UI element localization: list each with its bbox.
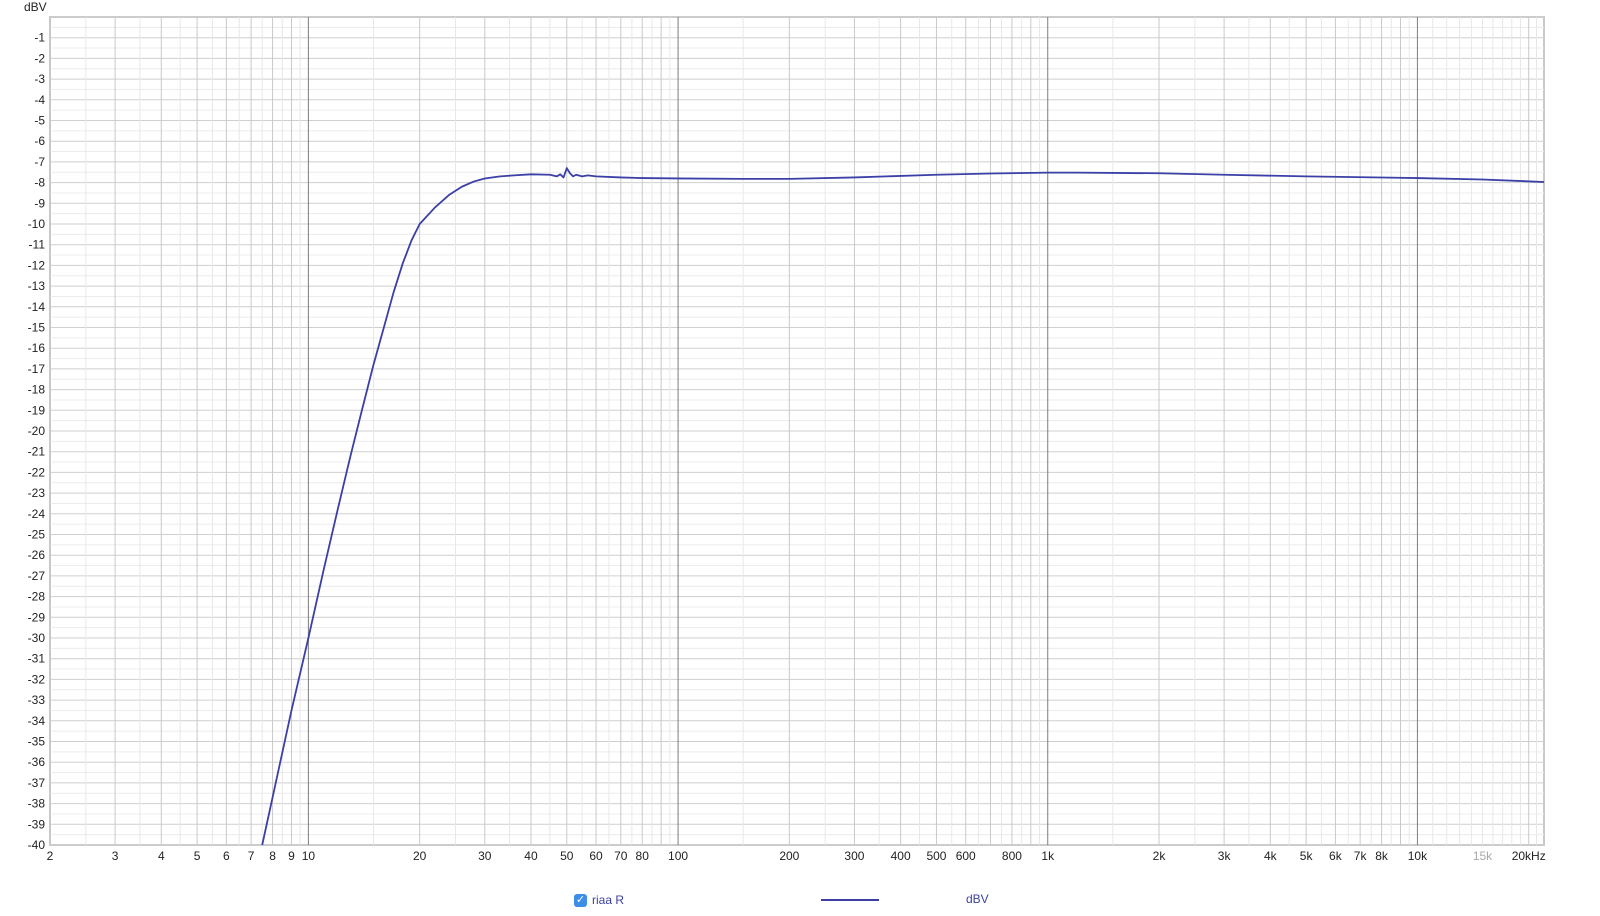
y-tick-label: -5 [34,114,45,128]
y-tick-label: -39 [28,817,46,831]
y-tick-label: -3 [34,72,45,86]
y-tick-label: -1 [34,31,45,45]
grid-lines [49,16,1544,846]
x-tick-label: 2k [1153,849,1167,863]
legend-line-swatch [821,899,879,901]
x-tick-label: 8k [1375,849,1389,863]
x-tick-label: 80 [636,849,650,863]
x-tick-label: 3k [1218,849,1232,863]
legend: ✓ riaa R dBV [574,890,989,910]
x-tick-label: 7 [248,849,255,863]
x-tick-label: 6 [223,849,230,863]
series-visibility-checkbox[interactable]: ✓ [574,893,587,907]
x-tick-label: 50 [560,849,574,863]
y-tick-label: -10 [28,217,46,231]
x-tick-label: 4k [1264,849,1278,863]
y-tick-label: -15 [28,321,46,335]
y-tick-label: -4 [34,93,45,107]
x-tick-label: 500 [926,849,946,863]
frequency-response-chart: dBV -1 -2 -3 -4 -5 -6 -7 -8 -9 -10 -11 -12 -13 -14 -15 -… [0,0,1600,916]
x-tick-label: 200 [779,849,799,863]
y-tick-label: -28 [28,590,46,604]
x-tick-label: 10k [1408,849,1428,863]
legend-series-label[interactable]: riaa R [592,893,624,907]
y-tick-label: -18 [28,383,46,397]
x-tick-label: 20 [413,849,427,863]
y-tick-label: -24 [28,507,46,521]
y-tick-label: -22 [28,465,46,479]
y-tick-label: -19 [28,403,46,417]
x-tick-label: 600 [956,849,976,863]
x-tick-label: 300 [844,849,864,863]
x-tick-label: 3 [112,849,119,863]
y-tick-label: -26 [28,548,46,562]
y-tick-label: -30 [28,631,46,645]
x-tick-label: 10 [302,849,316,863]
y-tick-label: -12 [28,258,46,272]
y-tick-label: -27 [28,569,46,583]
x-tick-label: 70 [614,849,628,863]
x-tick-label: 20kHz [1512,849,1546,863]
y-tick-label: -34 [28,714,46,728]
x-tick-label: 15k [1473,849,1493,863]
x-tick-label: 6k [1329,849,1343,863]
y-tick-label: -11 [29,238,46,252]
y-tick-label: -13 [28,279,46,293]
x-tick-label: 400 [891,849,911,863]
y-tick-label: -31 [28,652,46,666]
y-tick-label: -21 [28,445,46,459]
x-tick-label: 5k [1300,849,1314,863]
y-tick-label: -17 [28,362,46,376]
y-tick-label: -33 [28,693,46,707]
y-tick-label: -7 [34,155,45,169]
y-tick-label: -37 [28,776,46,790]
y-tick-label: -20 [28,424,46,438]
y-tick-label: -23 [28,486,46,500]
y-tick-label: -14 [28,300,46,314]
x-tick-label: 60 [589,849,603,863]
x-tick-label: 40 [524,849,538,863]
y-tick-label: -25 [28,528,46,542]
y-tick-label: -40 [28,838,46,852]
y-tick-label: -35 [28,735,46,749]
legend-unit-label: dBV [966,892,989,906]
plot-area: dBV -1 -2 -3 -4 -5 -6 -7 -8 -9 -10 -11 -12 -13 -14 -15 -… [24,0,1546,863]
x-tick-label: 2 [47,849,54,863]
y-tick-label: -36 [28,755,46,769]
x-tick-label: 4 [158,849,165,863]
y-tick-label: -38 [28,797,46,811]
x-tick-label: 5 [194,849,201,863]
y-tick-label: -2 [34,51,45,65]
x-tick-label: 7k [1354,849,1368,863]
y-tick-label: -8 [34,176,45,190]
x-tick-label: 800 [1002,849,1022,863]
x-tick-label: 9 [288,849,295,863]
y-tick-label: -6 [34,134,45,148]
y-tick-label: -32 [28,672,46,686]
x-tick-label: 1k [1041,849,1055,863]
x-tick-label: 8 [269,849,276,863]
y-tick-label: -29 [28,610,46,624]
y-axis-unit-label: dBV [24,0,47,14]
y-tick-label: -9 [34,196,45,210]
y-tick-label: -16 [28,341,46,355]
x-tick-label: 100 [668,849,688,863]
x-tick-label: 30 [478,849,492,863]
